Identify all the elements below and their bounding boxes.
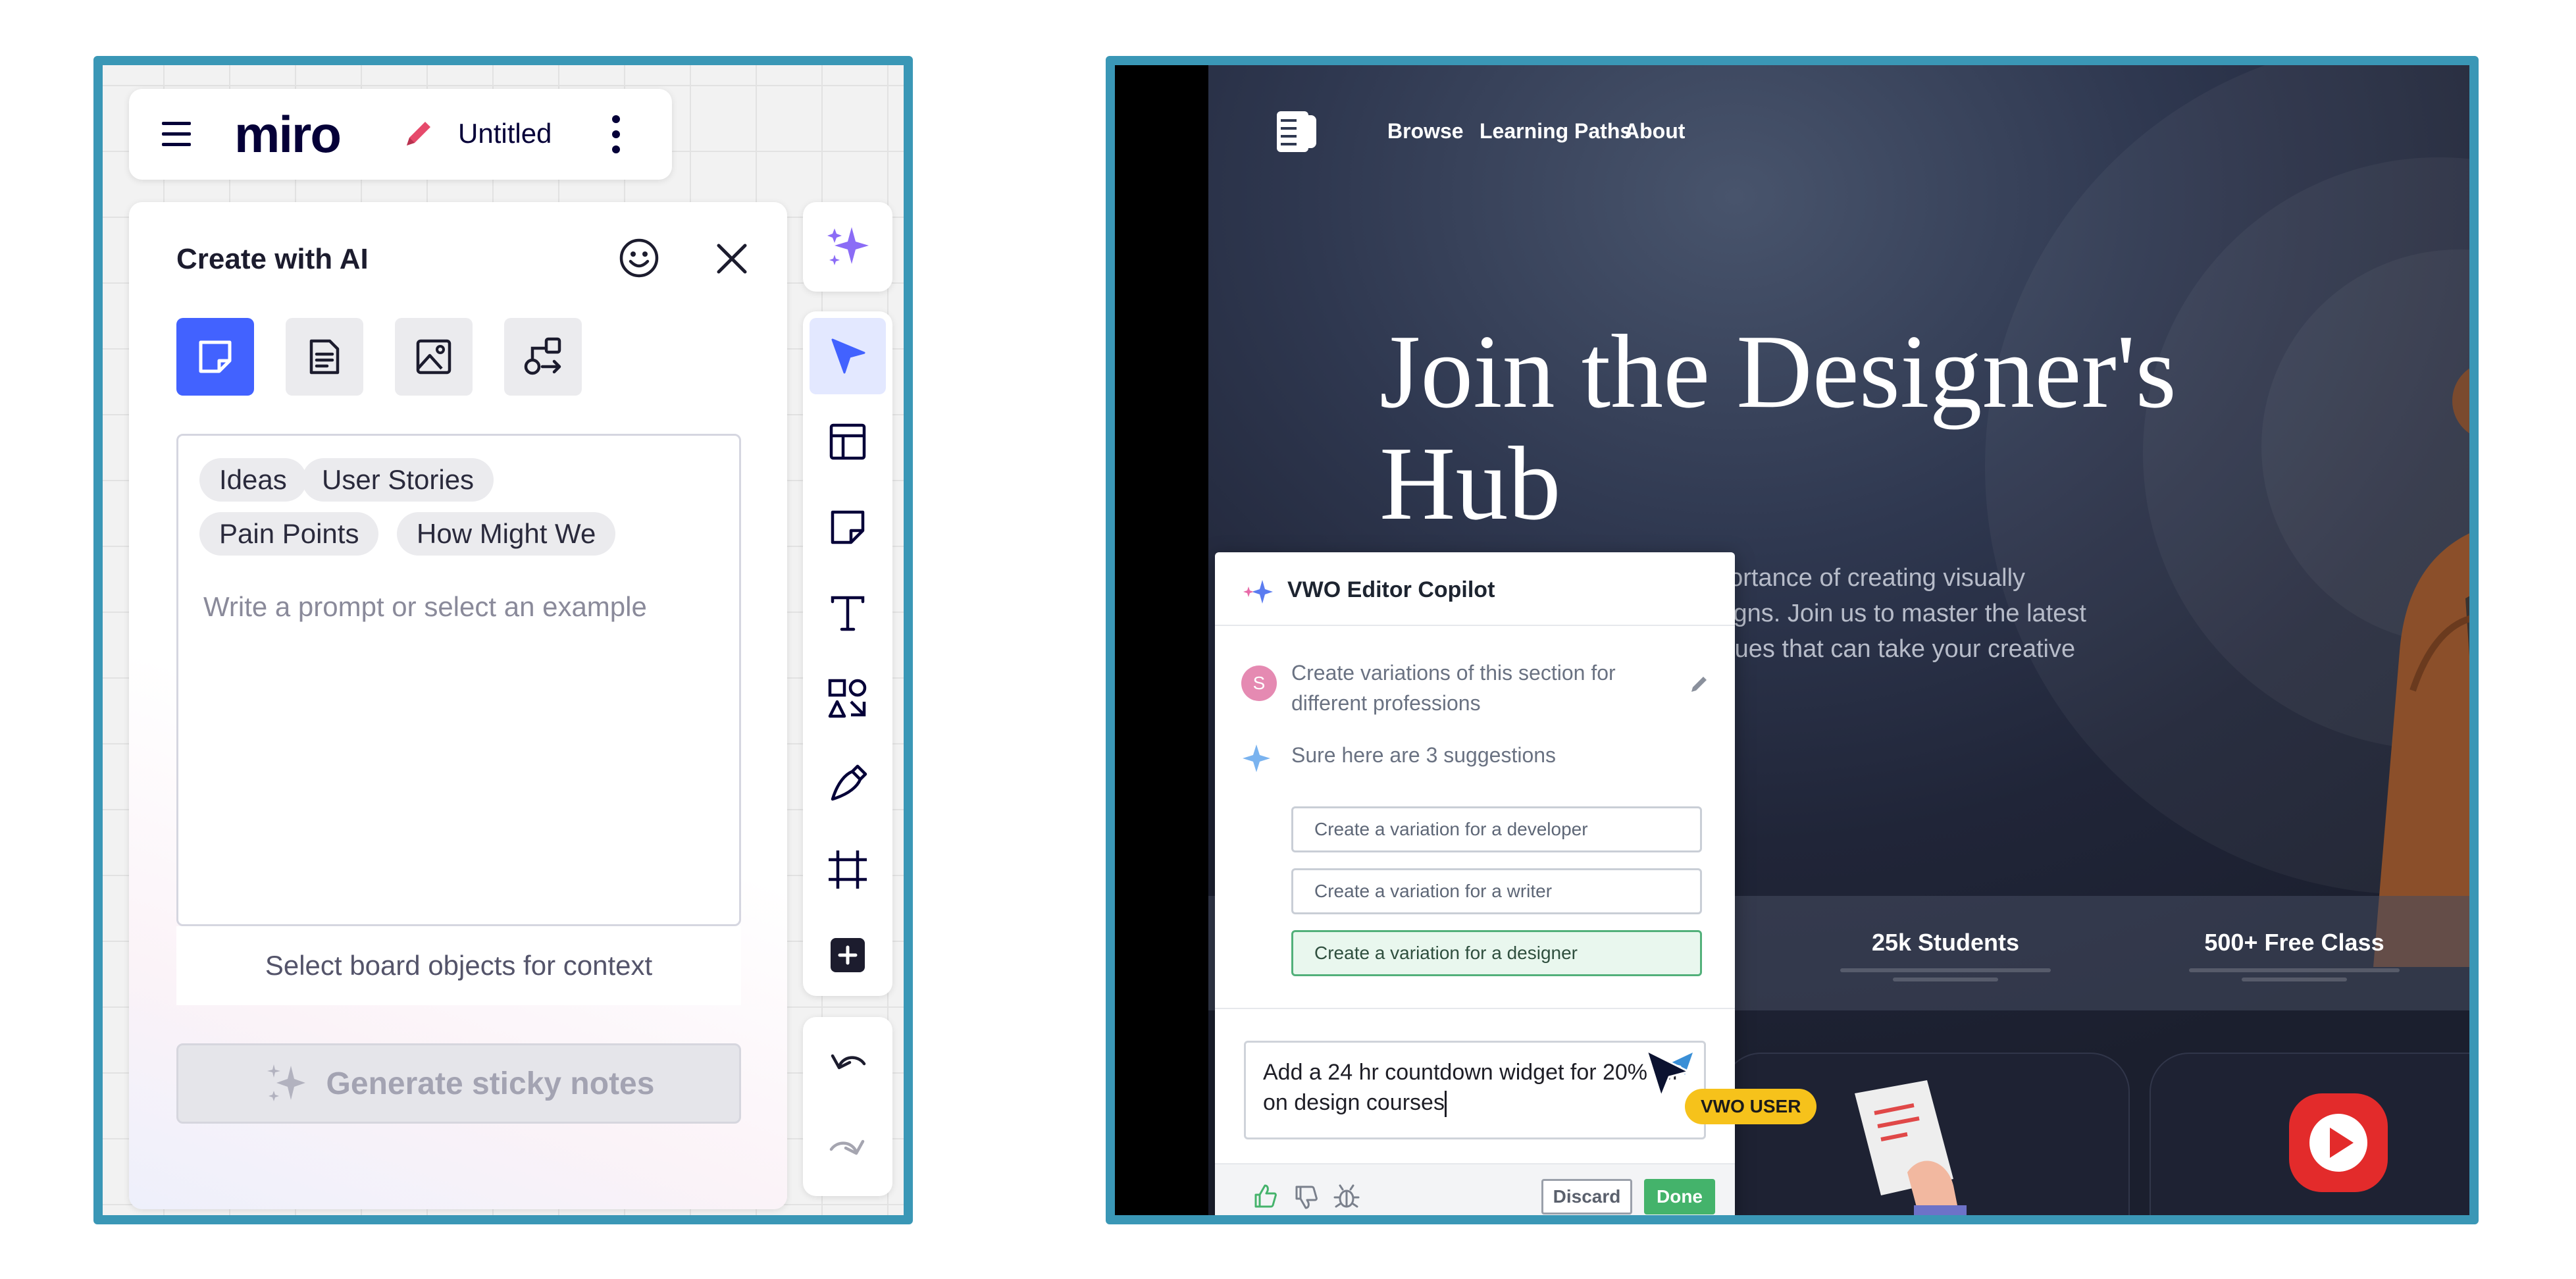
suggestion-designer[interactable]: Create a variation for a designer: [1291, 930, 1702, 976]
miro-topbar: miro Untitled: [129, 89, 672, 180]
miro-board-screen: miro Untitled Create with AI Ideas User …: [93, 56, 913, 1224]
report-bug-icon[interactable]: [1333, 1183, 1360, 1209]
frame-icon: [829, 850, 867, 889]
templates-icon: [829, 423, 866, 460]
shapes-icon: [828, 679, 867, 718]
nav-learning-paths[interactable]: Learning Paths: [1480, 119, 1632, 144]
mode-sticky-notes-button[interactable]: [176, 318, 254, 396]
example-chip-user-stories[interactable]: User Stories: [302, 458, 494, 502]
sticky-note-icon: [199, 340, 232, 373]
pencil-icon[interactable]: [399, 114, 438, 153]
done-button[interactable]: Done: [1644, 1179, 1715, 1214]
tool-text[interactable]: [810, 575, 886, 651]
image-icon: [416, 339, 451, 375]
mode-diagram-button[interactable]: [504, 318, 582, 396]
board-title[interactable]: Untitled: [458, 114, 552, 153]
course-card[interactable]: [1722, 1053, 2130, 1215]
panel-title: Create with AI: [176, 243, 369, 275]
user-message: Create variations of this section for di…: [1291, 661, 1616, 715]
example-chip-how-might-we[interactable]: How Might We: [397, 512, 616, 556]
edit-pencil-icon[interactable]: [1687, 673, 1710, 696]
document-icon: [309, 339, 340, 375]
feedback-smiley-icon[interactable]: [617, 236, 661, 280]
suggestion-developer[interactable]: Create a variation for a developer: [1291, 806, 1702, 852]
miro-logo[interactable]: miro: [234, 105, 342, 164]
copilot-prompt-input[interactable]: Add a 24 hr countdown widget for 20% off…: [1244, 1041, 1706, 1139]
hero-desc-line: signs. Join us to master the latest: [1715, 600, 2086, 627]
close-icon[interactable]: [713, 240, 750, 277]
assistant-sparkle-icon: [1243, 744, 1270, 772]
example-chip-ideas[interactable]: Ideas: [199, 458, 307, 502]
sticky-note-icon: [831, 510, 865, 544]
ai-assist-button[interactable]: [803, 202, 892, 292]
redo-button[interactable]: [810, 1109, 886, 1186]
ai-sparkle-icon: [827, 227, 869, 265]
nav-browse[interactable]: Browse: [1387, 119, 1464, 144]
text-caret: [1444, 1091, 1447, 1118]
stat-free-classes: 500+ Free Class: [2204, 929, 2384, 956]
hero-title: Join the Designer's Hub: [1379, 313, 2177, 542]
stat-students: 25k Students: [1871, 929, 2020, 956]
user-avatar: S: [1241, 666, 1277, 701]
mode-document-button[interactable]: [286, 318, 363, 396]
hero-person-image: [2373, 368, 2469, 967]
prompt-placeholder: Write a prompt or select an example: [203, 591, 647, 622]
tool-select[interactable]: [810, 318, 886, 394]
hamburger-menu-icon[interactable]: [157, 114, 196, 153]
tool-add-more[interactable]: [810, 917, 886, 993]
sparkle-icon: [267, 1064, 305, 1101]
play-video-icon[interactable]: [2282, 1087, 2394, 1199]
prompt-text: Add a 24 hr countdown widget for 20% off…: [1263, 1060, 1678, 1115]
example-chip-pain-points[interactable]: Pain Points: [199, 512, 379, 556]
vwo-copilot-panel: VWO Editor Copilot S Create variations o…: [1215, 552, 1735, 1215]
divider: [1215, 625, 1735, 626]
more-options-icon[interactable]: [603, 111, 629, 157]
copilot-title: VWO Editor Copilot: [1287, 577, 1495, 602]
tool-sticky-note[interactable]: [810, 489, 886, 565]
divider: [1215, 1008, 1735, 1009]
tool-pen[interactable]: [810, 746, 886, 822]
mouse-cursor-icon: [1645, 1049, 1690, 1098]
copilot-footer: Discard Done: [1215, 1163, 1735, 1215]
pen-icon: [831, 764, 867, 801]
tool-templates[interactable]: [810, 404, 886, 480]
site-logo-icon[interactable]: [1274, 109, 1320, 155]
board-context-selector[interactable]: Select board objects for context: [176, 926, 741, 1005]
prompt-textarea[interactable]: Ideas User Stories Pain Points How Might…: [176, 434, 741, 926]
add-icon: [831, 938, 865, 972]
generate-label: Generate sticky notes: [326, 1066, 655, 1101]
hero-description: portance of creating visually signs. Joi…: [1715, 560, 2150, 667]
discard-button[interactable]: Discard: [1541, 1179, 1632, 1214]
website-editor-screen: Browse Learning Paths About Join the Des…: [1106, 56, 2479, 1224]
tool-frame[interactable]: [810, 831, 886, 908]
undo-button[interactable]: [810, 1024, 886, 1100]
thumbs-up-icon[interactable]: [1252, 1183, 1278, 1209]
collaborator-cursor-badge: VWO USER: [1685, 1089, 1817, 1124]
copilot-sparkle-icon: [1243, 580, 1273, 604]
diagram-icon: [524, 337, 561, 375]
main-toolbar: [803, 311, 892, 996]
history-toolbar: [803, 1017, 892, 1196]
document-illustration-icon: [1855, 1080, 1967, 1215]
redo-icon: [829, 1139, 865, 1155]
generate-sticky-notes-button[interactable]: Generate sticky notes: [176, 1043, 741, 1124]
suggestion-writer[interactable]: Create a variation for a writer: [1291, 868, 1702, 914]
assistant-message: Sure here are 3 suggestions: [1291, 743, 1557, 767]
thumbs-down-icon[interactable]: [1293, 1184, 1319, 1211]
tool-shapes[interactable]: [810, 660, 886, 737]
hero-desc-line: portance of creating visually: [1715, 564, 2026, 592]
nav-about[interactable]: About: [1624, 119, 1685, 144]
mode-image-button[interactable]: [395, 318, 473, 396]
undo-icon: [831, 1054, 866, 1070]
select-icon: [831, 338, 865, 374]
hero-desc-line: iques that can take your creative: [1715, 635, 2076, 663]
course-card[interactable]: [2150, 1053, 2469, 1215]
create-with-ai-panel: Create with AI Ideas User Stories Pain P…: [129, 202, 787, 1209]
text-icon: [831, 596, 865, 631]
